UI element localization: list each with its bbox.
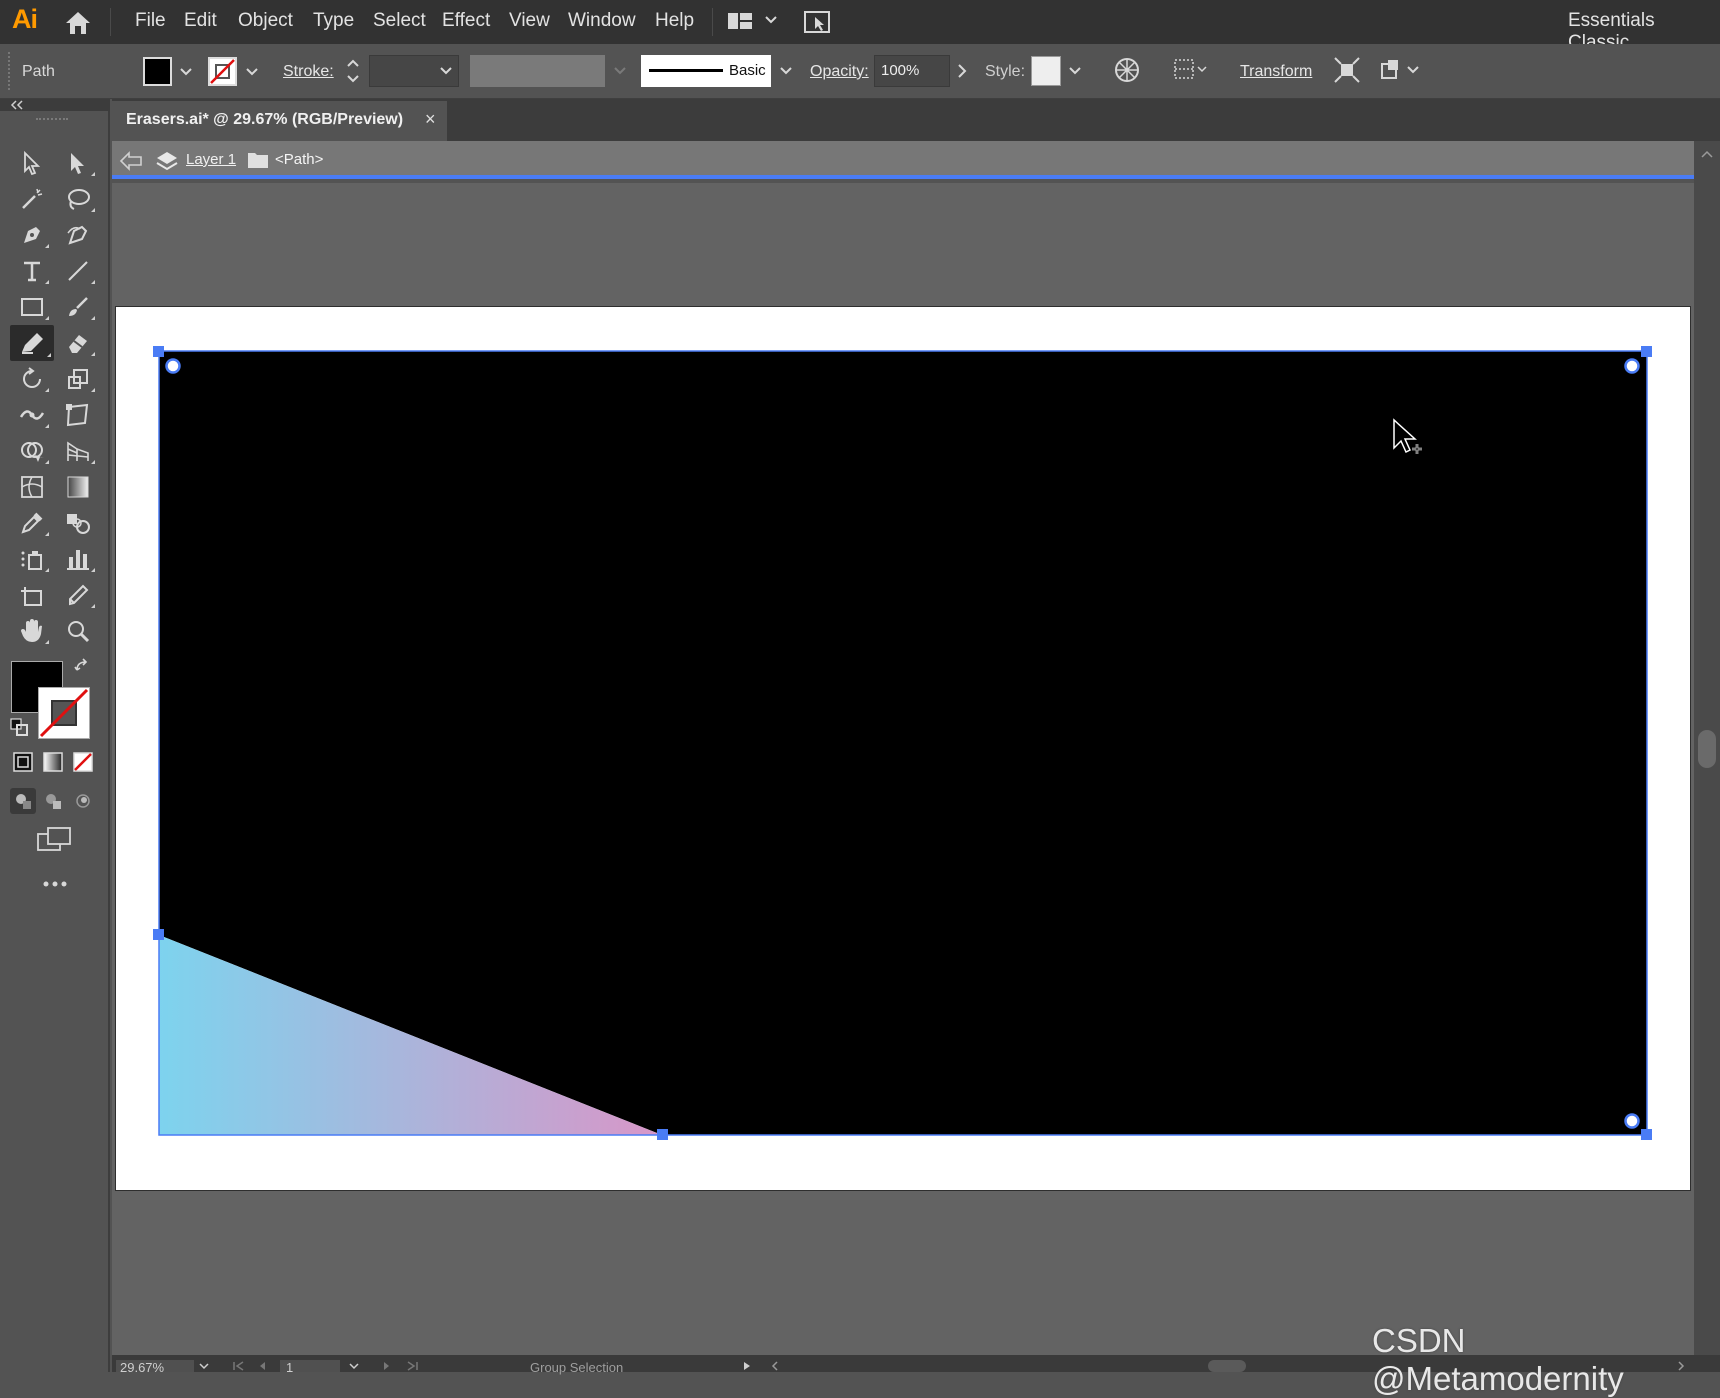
artboard-chevron-icon[interactable] — [348, 1361, 360, 1371]
anchor-point[interactable] — [153, 929, 164, 940]
artboard-number: 1 — [286, 1360, 294, 1375]
status-menu-arrow-icon[interactable] — [742, 1361, 752, 1371]
live-corner-widget[interactable] — [1624, 358, 1640, 374]
first-artboard-icon[interactable] — [232, 1361, 246, 1371]
watermark-text: CSDN @Metamodernity — [1372, 1322, 1624, 1397]
previous-artboard-icon[interactable] — [257, 1361, 267, 1371]
artwork-layer — [153, 346, 1652, 1140]
live-corner-widget[interactable] — [165, 358, 181, 374]
horizontal-scroll-thumb[interactable] — [1208, 1360, 1246, 1372]
status-current-tool[interactable]: Group Selection — [530, 1360, 623, 1375]
anchor-point[interactable] — [657, 1129, 668, 1140]
live-corner-widget[interactable] — [1624, 1113, 1640, 1129]
zoom-level-value: 29.67% — [120, 1360, 165, 1375]
anchor-point[interactable] — [1641, 1129, 1652, 1140]
vertical-scroll-thumb[interactable] — [1698, 730, 1716, 768]
next-artboard-icon[interactable] — [382, 1361, 392, 1371]
scroll-left-icon[interactable] — [770, 1361, 780, 1371]
zoom-chevron-icon[interactable] — [198, 1361, 210, 1371]
last-artboard-icon[interactable] — [405, 1361, 419, 1371]
black-shape-path[interactable] — [159, 351, 1647, 1135]
anchor-point[interactable] — [153, 346, 164, 357]
anchor-point[interactable] — [1641, 346, 1652, 357]
